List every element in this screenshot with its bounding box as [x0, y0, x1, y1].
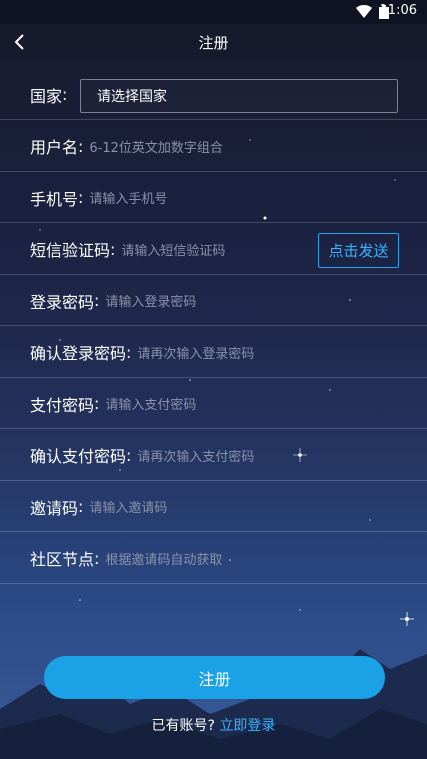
phone-label: 手机号 [30, 189, 79, 209]
sms-code-input[interactable]: 请输入短信验证码 [121, 240, 225, 259]
sms-code-row[interactable]: 短信验证码: 请输入短信验证码 点击发送 [0, 225, 427, 275]
phone-input[interactable]: 请输入手机号 [89, 188, 167, 207]
login-password-row[interactable]: 登录密码: 请输入登录密码 [0, 276, 427, 326]
login-password-label: 登录密码 [30, 292, 95, 312]
login-link[interactable]: 立即登录 [219, 718, 275, 734]
confirm-login-password-row[interactable]: 确认登录密码: 请再次输入登录密码 [0, 328, 427, 378]
pay-password-input[interactable]: 请输入支付密码 [105, 394, 196, 413]
username-input[interactable]: 6-12位英文加数字组合 [89, 137, 223, 156]
page-title: 注册 [198, 34, 229, 52]
label-colon: : [126, 342, 132, 362]
phone-row[interactable]: 手机号: 请输入手机号 [0, 173, 427, 223]
confirm-pay-password-row[interactable]: 确认支付密码: 请再次输入支付密码 [0, 431, 427, 481]
login-prefix-text: 已有账号? [151, 718, 215, 734]
confirm-login-password-label: 确认登录密码 [30, 344, 127, 363]
label-colon: : [126, 445, 132, 465]
confirm-pay-password-input[interactable]: 请再次输入支付密码 [137, 446, 254, 465]
country-row: 国家: 请选择国家 [0, 70, 427, 120]
pay-password-label: 支付密码 [30, 395, 95, 415]
login-prompt: 已有账号? 立即登录 [0, 715, 427, 735]
confirm-login-password-input[interactable]: 请再次输入登录密码 [137, 343, 254, 362]
register-button[interactable]: 注册 [44, 656, 385, 699]
country-select[interactable]: 请选择国家 [80, 79, 398, 113]
label-colon: : [78, 188, 84, 207]
community-node-field: 根据邀请码自动获取 [105, 552, 223, 568]
community-node-label: 社区节点 [30, 550, 95, 569]
invite-code-label: 邀请码 [30, 498, 79, 518]
invite-code-input[interactable]: 请输入邀请码 [89, 497, 167, 516]
label-colon: : [110, 239, 116, 259]
country-label: 国家 [30, 86, 63, 106]
wifi-icon [356, 5, 372, 18]
registration-form: 国家: 请选择国家 用户名: 6-12位英文加数字组合 手机号: 请输入手机号 … [0, 70, 427, 585]
status-bar: 11:06 [0, 0, 427, 24]
username-label: 用户名 [30, 138, 79, 157]
label-colon: : [78, 497, 84, 516]
label-colon: : [94, 291, 100, 310]
label-colon: : [94, 548, 100, 568]
label-colon: : [62, 85, 68, 104]
invite-code-row[interactable]: 邀请码: 请输入邀请码 [0, 482, 427, 532]
status-time: 11:06 [379, 3, 417, 18]
sms-code-label: 短信验证码 [30, 241, 111, 260]
pay-password-row[interactable]: 支付密码: 请输入支付密码 [0, 379, 427, 429]
label-colon: : [94, 394, 100, 413]
community-node-row: 社区节点: 根据邀请码自动获取 [0, 534, 427, 584]
login-password-input[interactable]: 请输入登录密码 [105, 291, 196, 310]
username-row[interactable]: 用户名: 6-12位英文加数字组合 [0, 122, 427, 172]
confirm-pay-password-label: 确认支付密码 [30, 447, 127, 466]
send-code-button[interactable]: 点击发送 [318, 232, 399, 268]
navigation-bar: 注册 [0, 24, 427, 60]
label-colon: : [78, 136, 84, 156]
